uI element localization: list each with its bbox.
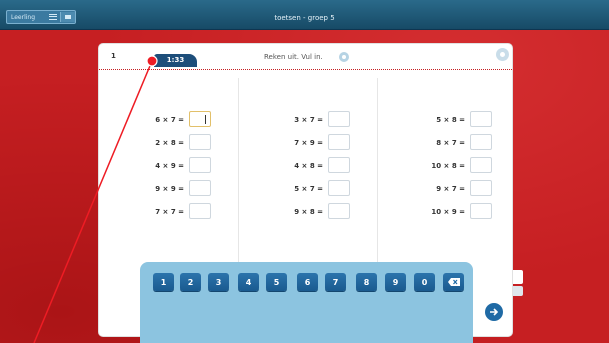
pointer-line — [33, 60, 153, 343]
pointer-dot — [146, 55, 158, 67]
pointer-overlay — [33, 55, 158, 343]
